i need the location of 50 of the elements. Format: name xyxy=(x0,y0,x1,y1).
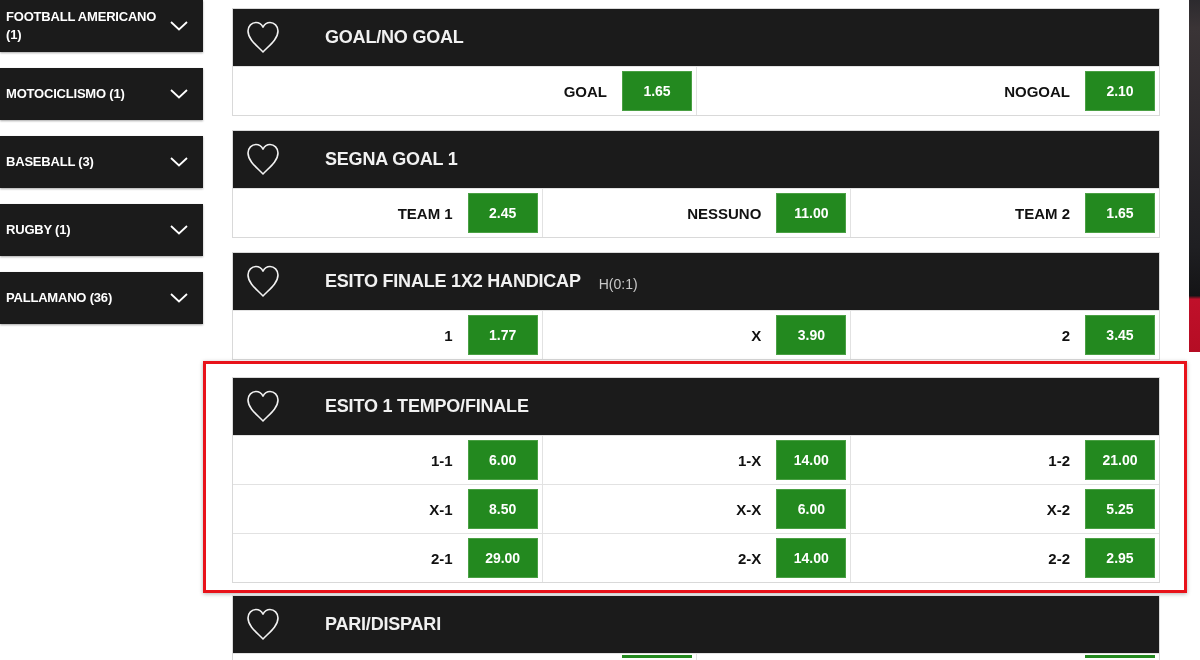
market-title: ESITO FINALE 1X2 HANDICAP xyxy=(325,271,581,292)
outcome-label: 1-X xyxy=(738,451,762,469)
heart-icon[interactable] xyxy=(247,608,279,641)
outcome-label: 2-X xyxy=(738,549,762,567)
market-title: GOAL/NO GOAL xyxy=(325,27,464,48)
market-title: PARI/DISPARI xyxy=(325,614,441,635)
outcome-label: NESSUNO xyxy=(687,204,762,222)
odds-button[interactable]: 14.00 xyxy=(776,538,847,578)
odds-button[interactable]: 6.00 xyxy=(467,440,538,480)
sport-category-toggle[interactable]: BASEBALL (3) xyxy=(0,136,203,188)
outcome-label: TEAM 1 xyxy=(397,204,453,222)
odds-button[interactable]: 1.65 xyxy=(622,71,692,111)
outcome-label: NOGOAL xyxy=(1004,82,1070,100)
odds-button[interactable]: 29.00 xyxy=(467,538,538,578)
outcome-label: X xyxy=(751,326,762,344)
sport-category-toggle[interactable]: MOTOCICLISMO (1) xyxy=(0,68,203,120)
outcome-label: TEAM 2 xyxy=(1014,204,1070,222)
odds-button[interactable]: 21.00 xyxy=(1085,440,1155,480)
odds-button[interactable]: 14.00 xyxy=(776,440,847,480)
heart-icon[interactable] xyxy=(247,21,279,54)
sport-category-toggle[interactable]: FOOTBALL AMERICANO (1) xyxy=(0,0,203,52)
outcome-label: 1-2 xyxy=(1048,451,1070,469)
odds-button[interactable]: 6.00 xyxy=(776,489,847,529)
odds-button[interactable]: 3.90 xyxy=(776,315,847,355)
odds-button[interactable]: 1.77 xyxy=(467,315,538,355)
heart-icon[interactable] xyxy=(247,265,279,298)
odds-button[interactable]: 1.65 xyxy=(1085,193,1155,233)
odds-button[interactable]: 3.45 xyxy=(1085,315,1155,355)
heart-icon[interactable] xyxy=(247,390,279,423)
outcome-label: 2-2 xyxy=(1048,549,1070,567)
heart-icon[interactable] xyxy=(247,143,279,176)
outcome-label: 2-1 xyxy=(430,549,453,567)
sport-category-toggle[interactable]: PALLAMANO (36) xyxy=(0,272,203,324)
odds-button[interactable]: 2.45 xyxy=(467,193,538,233)
market-title: SEGNA GOAL 1 xyxy=(325,149,458,170)
odds-button[interactable]: 8.50 xyxy=(467,489,538,529)
outcome-label: X-1 xyxy=(429,500,453,518)
outcome-label: X-2 xyxy=(1046,500,1070,518)
odds-button[interactable]: 2.95 xyxy=(1085,538,1155,578)
outcome-label: GOAL xyxy=(563,82,607,100)
odds-button[interactable]: 5.25 xyxy=(1085,489,1155,529)
sport-category-toggle[interactable]: RUGBY (1) xyxy=(0,204,203,256)
odds-button[interactable]: 11.00 xyxy=(776,193,847,233)
market-subtitle: H(0:1) xyxy=(598,275,638,292)
outcome-label: 1-1 xyxy=(430,451,453,469)
outcome-label: X-X xyxy=(736,500,762,518)
outcome-label: 1 xyxy=(444,326,453,344)
odds-button[interactable]: 2.10 xyxy=(1085,71,1155,111)
outcome-label: 2 xyxy=(1061,326,1070,344)
market-title: ESITO 1 TEMPO/FINALE xyxy=(325,396,529,417)
